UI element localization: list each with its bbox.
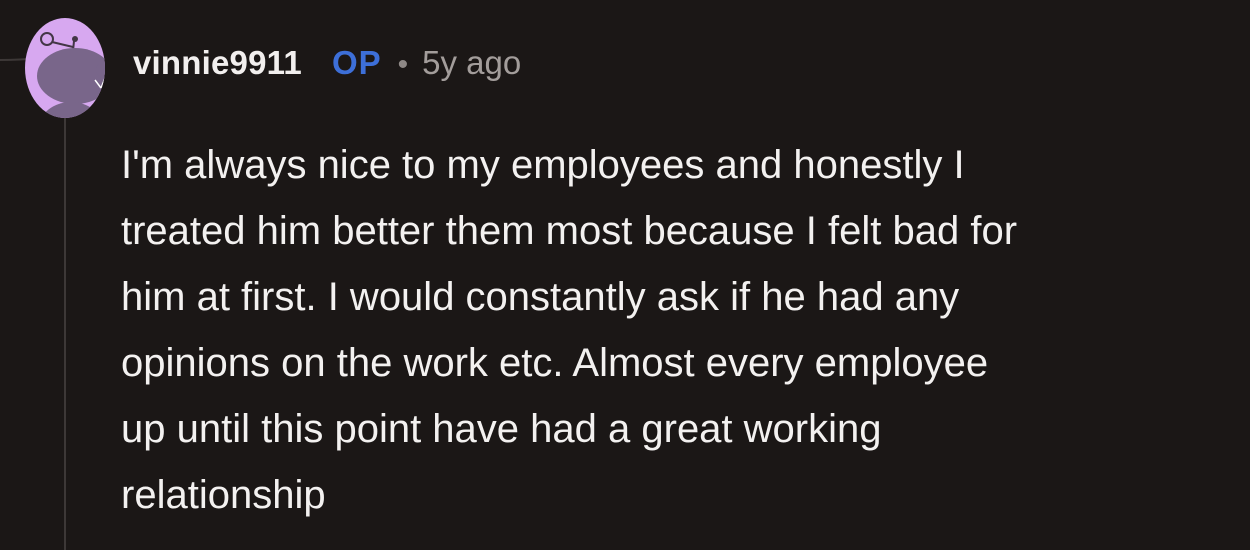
comment-header: vinnie9911 OP • 5y ago <box>133 44 521 94</box>
comment-body: I'm always nice to my employees and hone… <box>121 143 1018 517</box>
thread-line[interactable] <box>64 118 66 550</box>
reddit-snoo-avatar-icon[interactable] <box>25 18 105 118</box>
op-badge: OP <box>331 44 382 81</box>
separator-dot: • <box>397 48 409 81</box>
author-username[interactable]: vinnie9911 <box>133 44 302 82</box>
comment-timestamp[interactable]: 5y ago <box>422 44 521 82</box>
